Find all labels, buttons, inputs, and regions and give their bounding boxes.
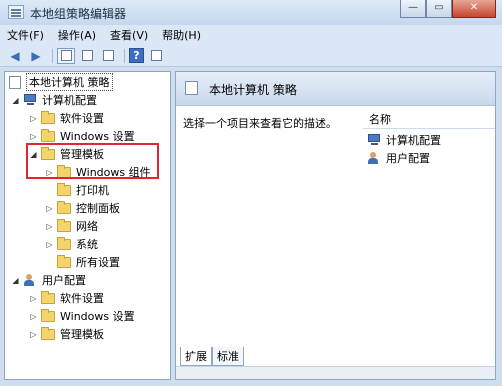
folder-icon [41, 128, 55, 142]
expand-icon[interactable]: ▷ [45, 240, 54, 249]
title-bar: 本地组策略编辑器 — ▭ ✕ [0, 0, 502, 25]
show-tree-button[interactable] [57, 47, 75, 64]
folder-icon [41, 308, 55, 322]
list-item-label: 计算机配置 [386, 133, 441, 147]
toolbar: ◀ ▶ ? [0, 45, 502, 67]
app-icon [8, 5, 24, 19]
export-icon [102, 50, 114, 61]
menu-view[interactable]: 查看(V) [103, 27, 155, 43]
tree-pane-icon [60, 50, 72, 61]
list-item[interactable]: 计算机配置 [367, 131, 441, 148]
properties-button[interactable] [78, 48, 96, 64]
filter-button[interactable] [147, 48, 165, 64]
expand-icon[interactable]: ▷ [45, 204, 54, 213]
details-pane: 本地计算机 策略 选择一个项目来查看它的描述。 名称 计算机配置 用户配置 扩展… [175, 71, 496, 380]
tree-node-computer-config[interactable]: ◢ 计算机配置 [11, 91, 97, 109]
folder-icon [57, 254, 71, 268]
tree-node-system[interactable]: ▷ 系统 [45, 235, 98, 253]
computer-icon [367, 133, 381, 146]
collapse-icon[interactable]: ◢ [11, 96, 20, 105]
tree-node-label: 打印机 [76, 184, 109, 197]
red-highlight-box [26, 143, 159, 179]
window: 本地组策略编辑器 — ▭ ✕ 文件(F) 操作(A) 查看(V) 帮助(H) ◀… [0, 0, 502, 386]
list-item[interactable]: 用户配置 [367, 149, 430, 166]
filter-icon [150, 50, 162, 61]
folder-icon [57, 236, 71, 250]
folder-icon [41, 110, 55, 124]
tree-node-user-config[interactable]: ◢ 用户配置 [11, 271, 86, 289]
tree-node-label: 管理模板 [60, 328, 104, 341]
tab-standard[interactable]: 标准 [212, 347, 244, 366]
description-text: 选择一个项目来查看它的描述。 [183, 117, 337, 130]
expand-icon[interactable]: ▷ [29, 330, 38, 339]
tree-node-label: 用户配置 [42, 274, 86, 287]
tree-node-root[interactable]: 本地计算机 策略 [9, 73, 113, 91]
list-item-label: 用户配置 [386, 151, 430, 165]
column-header-name[interactable]: 名称 [363, 110, 495, 129]
folder-icon [57, 182, 71, 196]
tree-node-label: 网络 [76, 220, 98, 233]
user-icon [367, 151, 381, 164]
folder-icon [57, 218, 71, 232]
back-arrow-icon[interactable]: ◀ [6, 48, 24, 64]
details-header: 本地计算机 策略 [176, 72, 495, 106]
close-button[interactable]: ✕ [452, 0, 496, 18]
window-title: 本地组策略编辑器 [30, 7, 127, 21]
forward-arrow-icon[interactable]: ▶ [27, 48, 45, 64]
expand-icon[interactable]: ▷ [29, 132, 38, 141]
maximize-button[interactable]: ▭ [426, 0, 452, 18]
user-icon [23, 274, 37, 286]
tree-node-user-windows-settings[interactable]: ▷ Windows 设置 [29, 307, 135, 325]
policy-icon [185, 81, 198, 95]
expand-icon[interactable]: ▷ [45, 222, 54, 231]
tree-node-user-software-settings[interactable]: ▷ 软件设置 [29, 289, 104, 307]
tab-extended[interactable]: 扩展 [180, 347, 212, 366]
tree-node-label: 软件设置 [60, 112, 104, 125]
tree-node-all-settings[interactable]: 所有设置 [45, 253, 120, 271]
tree-node-printers[interactable]: 打印机 [45, 181, 109, 199]
properties-icon [81, 50, 93, 61]
menu-file[interactable]: 文件(F) [0, 27, 51, 43]
window-controls: — ▭ ✕ [400, 0, 496, 18]
expand-icon[interactable]: ▷ [29, 294, 38, 303]
expand-icon[interactable]: ▷ [29, 312, 38, 321]
tree-node-network[interactable]: ▷ 网络 [45, 217, 98, 235]
tree-node-label: 计算机配置 [42, 94, 97, 107]
tree-node-label: 系统 [76, 238, 98, 251]
folder-icon [57, 200, 71, 214]
navigation-tree[interactable]: 本地计算机 策略 ◢ 计算机配置 ▷ 软件设置 ▷ Windows 设置 ◢ 管… [4, 71, 171, 380]
help-icon[interactable]: ? [129, 48, 144, 63]
menu-action[interactable]: 操作(A) [51, 27, 103, 43]
tree-node-label: 控制面板 [76, 202, 120, 215]
collapse-icon[interactable]: ◢ [11, 276, 20, 285]
tree-node-software-settings[interactable]: ▷ 软件设置 [29, 109, 104, 127]
tree-node-label: Windows 设置 [60, 130, 135, 143]
policy-icon [9, 75, 21, 89]
folder-icon [41, 290, 55, 304]
view-tabs: 扩展 标准 [180, 347, 244, 366]
folder-icon [41, 326, 55, 340]
tree-node-user-admin-templates[interactable]: ▷ 管理模板 [29, 325, 104, 343]
expand-icon[interactable]: ▷ [29, 114, 38, 123]
toolbar-divider [124, 48, 125, 63]
tree-node-label: 所有设置 [76, 256, 120, 269]
minimize-button[interactable]: — [400, 0, 426, 18]
tree-node-control-panel[interactable]: ▷ 控制面板 [45, 199, 120, 217]
tree-node-label: 本地计算机 策略 [26, 73, 113, 91]
menu-bar: 文件(F) 操作(A) 查看(V) 帮助(H) [0, 25, 502, 45]
tree-node-label: Windows 设置 [60, 310, 135, 323]
menu-help[interactable]: 帮助(H) [155, 27, 208, 43]
export-list-button[interactable] [99, 48, 117, 64]
computer-icon [23, 94, 37, 106]
details-title: 本地计算机 策略 [209, 83, 297, 97]
toolbar-divider [52, 48, 53, 63]
tree-node-label: 软件设置 [60, 292, 104, 305]
horizontal-scrollbar[interactable] [176, 366, 495, 379]
